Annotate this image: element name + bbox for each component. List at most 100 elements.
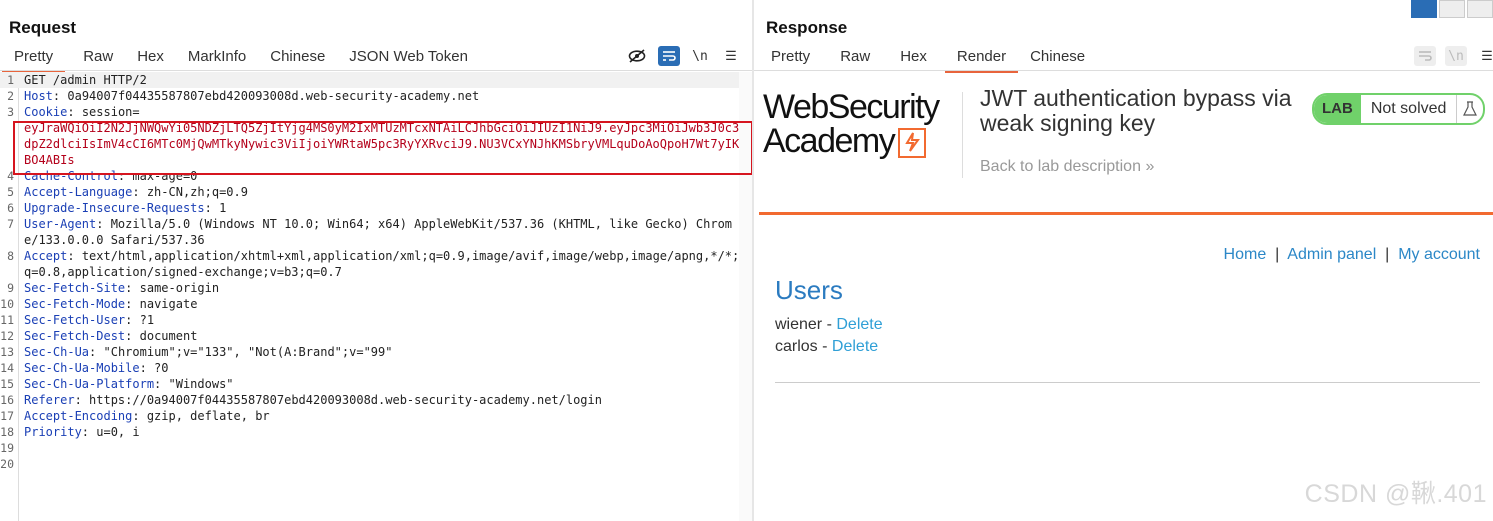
line-number: 8 xyxy=(7,249,14,263)
tab-pretty[interactable]: Pretty xyxy=(759,44,822,70)
line-number: 7 xyxy=(7,217,14,231)
lab-status-text: Not solved xyxy=(1370,100,1447,117)
header-value: ?0 xyxy=(146,361,169,375)
newline-icon[interactable]: \n xyxy=(689,46,711,66)
header-name: Accept-Language xyxy=(24,185,133,199)
header-value: gzip, deflate, br xyxy=(139,409,270,423)
logo-line1: WebSecurity xyxy=(763,88,940,126)
tab-json-web-token[interactable]: JSON Web Token xyxy=(337,44,480,70)
tab-raw[interactable]: Raw xyxy=(71,44,125,70)
header-name: Sec-Fetch-User xyxy=(24,313,126,327)
line-number: 1 xyxy=(7,73,14,87)
request-line: 6 Upgrade-Insecure-Requests: 1 xyxy=(0,200,752,216)
line-number: 2 xyxy=(7,89,14,103)
cookie-highlight-box xyxy=(13,121,752,175)
horizontal-view-icon[interactable] xyxy=(1439,0,1465,18)
header-name: Accept xyxy=(24,249,68,263)
lab-status-badge: LAB Not solved xyxy=(1312,93,1486,125)
request-line: 19 xyxy=(0,440,752,456)
header-value: text/html,application/xhtml+xml,applicat… xyxy=(24,249,740,279)
line-number: 10 xyxy=(0,297,14,311)
academy-logo: WebSecurity Academy xyxy=(763,88,961,160)
header-name: Sec-Fetch-Dest xyxy=(24,329,126,343)
header-value: zh-CN,zh;q=0.9 xyxy=(139,185,248,199)
header-value: same-origin xyxy=(132,281,220,295)
content-divider xyxy=(775,382,1480,383)
menu-icon[interactable]: ☰ xyxy=(720,46,742,66)
line-number: 19 xyxy=(0,441,14,455)
header-name: Accept-Encoding xyxy=(24,409,133,423)
flask-icon xyxy=(1456,95,1483,123)
line-number: 4 xyxy=(7,169,14,183)
wrap-icon[interactable] xyxy=(1414,46,1436,66)
newline-icon[interactable]: \n xyxy=(1445,46,1467,66)
line-number: 20 xyxy=(0,457,14,471)
eye-off-icon[interactable] xyxy=(626,46,648,66)
header-value: document xyxy=(132,329,198,343)
response-panel: Response Pretty Raw Hex Render Chinese \… xyxy=(754,0,1493,521)
request-line: 5 Accept-Language: zh-CN,zh;q=0.9 xyxy=(0,184,752,200)
line-number: 17 xyxy=(0,409,14,423)
line-number: 18 xyxy=(0,425,14,439)
nav-home-link[interactable]: Home xyxy=(1224,246,1267,263)
tab-render[interactable]: Render xyxy=(944,44,1019,73)
header-value: 1 xyxy=(211,201,227,215)
header-value: 0a94007f04435587807ebd420093008d.web-sec… xyxy=(60,89,480,103)
lab-badge-label: LAB xyxy=(1314,95,1361,123)
request-tabs: Pretty Raw Hex MarkInfo Chinese JSON Web… xyxy=(2,44,480,73)
request-line: 20 xyxy=(0,456,752,472)
line-number: 11 xyxy=(0,313,14,327)
request-line: 8 Accept: text/html,application/xhtml+xml… xyxy=(0,248,752,280)
header-name: Sec-Ch-Ua-Platform xyxy=(24,377,155,391)
request-line: 14 Sec-Ch-Ua-Mobile: ?0 xyxy=(0,361,169,375)
tab-markinfo[interactable]: MarkInfo xyxy=(176,44,258,70)
vertical-view-icon[interactable] xyxy=(1467,0,1493,18)
header-value: https://0a94007f04435587807ebd420093008d… xyxy=(81,393,602,407)
tab-raw[interactable]: Raw xyxy=(828,44,882,70)
request-line: 11 Sec-Fetch-User: ?1 xyxy=(0,313,155,327)
request-line: 7 User-Agent: Mozilla/5.0 (Windows NT 10.… xyxy=(0,216,752,248)
request-line: 3 Cookie: session= xyxy=(0,104,752,120)
line-number: 9 xyxy=(7,281,14,295)
header-value: "Chromium";v="133", "Not(A:Brand";v="99" xyxy=(96,345,393,359)
header-name: User-Agent xyxy=(24,217,97,231)
request-line: 10 Sec-Fetch-Mode: navigate xyxy=(0,297,198,311)
tab-hex[interactable]: Hex xyxy=(888,44,939,70)
nav-my-account-link[interactable]: My account xyxy=(1398,246,1480,263)
header-name: Upgrade-Insecure-Requests xyxy=(24,201,205,215)
split-view-icon[interactable] xyxy=(1411,0,1437,18)
tab-pretty[interactable]: Pretty xyxy=(2,44,66,73)
header-value: Mozilla/5.0 (Windows NT 10.0; Win64; x64… xyxy=(24,217,733,247)
tab-chinese[interactable]: Chinese xyxy=(1018,44,1097,70)
chevron-right-icon: » xyxy=(1145,158,1155,175)
delete-user-link[interactable]: Delete xyxy=(832,338,878,355)
users-heading: Users xyxy=(775,275,843,305)
layout-toggle xyxy=(1409,0,1493,18)
delete-user-link[interactable]: Delete xyxy=(836,316,882,333)
header-name: Host xyxy=(24,89,53,103)
logo-line2: Academy xyxy=(763,122,896,160)
line-number: 15 xyxy=(0,377,14,391)
header-value: navigate xyxy=(132,297,198,311)
wrap-icon[interactable] xyxy=(658,46,680,66)
menu-icon[interactable]: ☰ xyxy=(1476,46,1493,66)
tab-chinese[interactable]: Chinese xyxy=(258,44,337,70)
line-number: 13 xyxy=(0,345,14,359)
watermark: CSDN @鞦.401 xyxy=(1304,480,1487,508)
line-number: 6 xyxy=(7,201,14,215)
header-value: "Windows" xyxy=(161,377,234,391)
header-name: Priority xyxy=(24,425,82,439)
header-value: u=0, i xyxy=(89,425,140,439)
tab-hex[interactable]: Hex xyxy=(125,44,176,70)
nav-admin-panel-link[interactable]: Admin panel xyxy=(1287,246,1376,263)
request-line: 1 GET /admin HTTP/2 xyxy=(0,72,752,88)
back-to-lab-link[interactable]: Back to lab description » xyxy=(980,158,1154,176)
header-value: ?1 xyxy=(132,313,155,327)
line-number: 16 xyxy=(0,393,14,407)
user-name: carlos xyxy=(775,338,818,355)
header-divider xyxy=(759,212,1493,215)
header-name: Sec-Ch-Ua xyxy=(24,345,90,359)
line-number: 14 xyxy=(0,361,14,375)
user-row: wiener - Delete xyxy=(775,316,883,333)
header-name: Sec-Ch-Ua-Mobile xyxy=(24,361,140,375)
